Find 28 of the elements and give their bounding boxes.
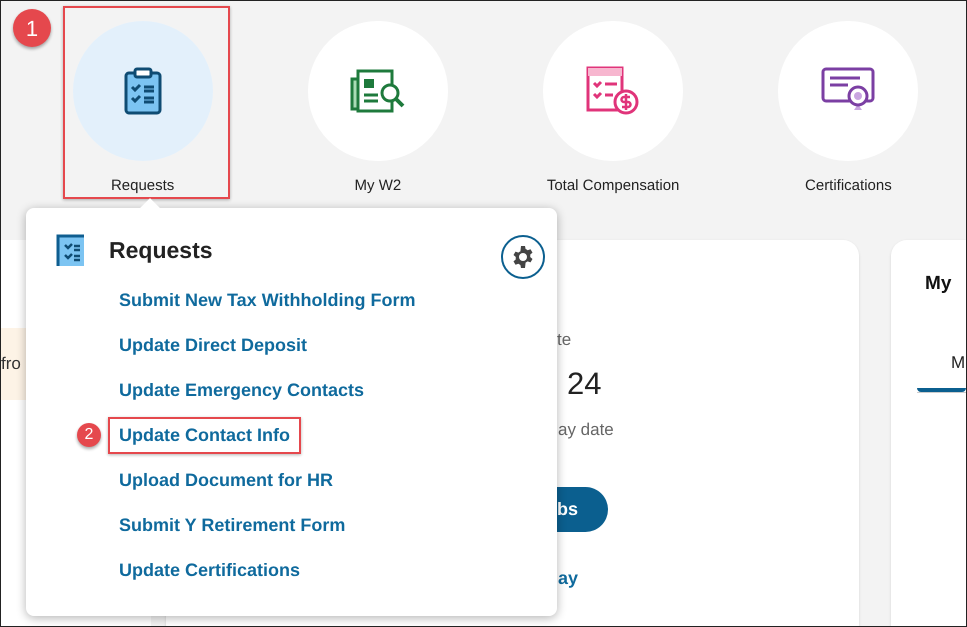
request-link[interactable]: Update Direct Deposit: [108, 327, 318, 364]
popup-title: Requests: [109, 236, 213, 265]
callout-badge: 2: [77, 423, 101, 447]
clipboard-icon: [122, 67, 163, 115]
newspaper-search-icon: [350, 69, 406, 113]
settings-icon: [511, 245, 535, 269]
bill-dollar-icon: [585, 66, 642, 116]
request-link[interactable]: Update Emergency Contacts: [108, 372, 376, 409]
tab[interactable]: M: [917, 350, 966, 392]
tile-label: Total Compensation: [546, 176, 680, 196]
tile-label: My W2: [354, 176, 402, 196]
pay-link[interactable]: ay: [558, 566, 578, 590]
request-link[interactable]: Update Contact Info: [108, 417, 301, 454]
paystubs-button[interactable]: bs: [557, 487, 608, 532]
tile-label: Certifications: [805, 176, 892, 196]
request-link[interactable]: Upload Document for HR: [108, 462, 344, 499]
request-link[interactable]: Submit Y Retirement Form: [108, 507, 356, 544]
tile-label: Requests: [110, 176, 174, 196]
callout-badge: 1: [13, 9, 51, 47]
card-title: My: [925, 272, 952, 296]
request-link[interactable]: Update Certifications: [108, 552, 312, 589]
settings-button[interactable]: [501, 235, 545, 279]
date-label: te: [557, 329, 572, 351]
notice-text: fro: [1, 353, 21, 376]
clipboard-icon: [56, 233, 86, 267]
date-caption: ay date: [558, 419, 614, 441]
request-link[interactable]: Submit New Tax Withholding Form: [108, 282, 426, 319]
pay-date: 24: [567, 365, 602, 403]
